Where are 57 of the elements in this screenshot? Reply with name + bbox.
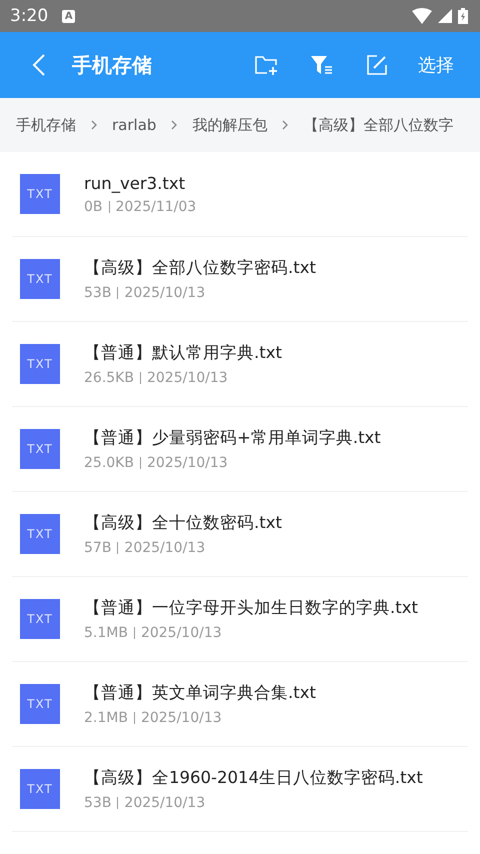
- file-type-icon: TXT: [20, 259, 60, 299]
- file-size: 53B: [84, 285, 112, 301]
- file-type-icon: TXT: [20, 769, 60, 809]
- breadcrumb-item[interactable]: 【高级】全部八位数字: [303, 116, 454, 134]
- breadcrumb-item[interactable]: rarlab: [112, 116, 156, 134]
- file-date: 2025/10/13: [124, 285, 206, 301]
- chevron-icon: [170, 119, 178, 131]
- file-name: run_ver3.txt: [84, 174, 186, 192]
- file-size: 2.1MB: [84, 710, 128, 726]
- breadcrumb-item[interactable]: 手机存储: [16, 116, 76, 134]
- status-time: 3:20: [10, 6, 48, 26]
- file-name: 【普通】一位字母开头加生日数字的字典.txt: [84, 597, 418, 619]
- file-row[interactable]: TXT 【普通】一位字母开头加生日数字的字典.txt 5.1MB 2025/10/13: [12, 577, 468, 662]
- file-date: 2025/10/13: [124, 795, 206, 811]
- file-date: 2025/10/13: [146, 370, 228, 386]
- file-name: 【高级】全十位数密码.txt: [84, 512, 282, 534]
- file-size: 26.5KB: [84, 370, 134, 386]
- chevron-icon: [90, 119, 98, 131]
- file-type-icon: TXT: [20, 344, 60, 384]
- file-row[interactable]: TXT 【高级】全十位数密码.txt 57B 2025/10/13: [12, 492, 468, 577]
- file-type-icon: TXT: [20, 684, 60, 724]
- file-row[interactable]: TXT 【普通】默认常用字典.txt 26.5KB 2025/10/13: [12, 322, 468, 407]
- file-date: 2025/11/03: [116, 198, 196, 214]
- breadcrumb-item[interactable]: 我的解压包: [192, 116, 268, 134]
- new-folder-icon[interactable]: [254, 54, 278, 76]
- file-date: 2025/10/13: [124, 540, 206, 556]
- file-size: 25.0KB: [84, 455, 134, 471]
- chevron-icon: [281, 119, 290, 131]
- file-size: 0B: [84, 198, 103, 214]
- file-date: 2025/10/13: [140, 625, 222, 641]
- file-type-icon: TXT: [20, 429, 60, 469]
- filter-icon[interactable]: [310, 54, 334, 76]
- file-type-icon: TXT: [20, 174, 60, 214]
- file-name: 【高级】全部八位数字密码.txt: [84, 257, 316, 279]
- file-row[interactable]: TXT 【普通】英文单词字典合集.txt 2.1MB 2025/10/13: [12, 662, 468, 747]
- file-name: 【高级】全1960-2014生日八位数字密码.txt: [84, 767, 423, 789]
- app-title: 手机存储: [72, 52, 152, 78]
- wifi-icon: [412, 8, 432, 24]
- file-type-icon: TXT: [20, 599, 60, 639]
- file-type-icon: TXT: [20, 514, 60, 554]
- file-name: 【普通】英文单词字典合集.txt: [84, 682, 316, 704]
- file-date: 2025/10/13: [146, 455, 228, 471]
- file-row[interactable]: TXT run_ver3.txt 0B 2025/11/03: [12, 152, 468, 237]
- back-icon[interactable]: [32, 53, 46, 77]
- file-size: 5.1MB: [84, 625, 128, 641]
- file-row[interactable]: TXT 【高级】全部八位数字密码.txt 53B 2025/10/13: [12, 237, 468, 322]
- file-name: 【普通】少量弱密码+常用单词字典.txt: [84, 427, 381, 449]
- file-row[interactable]: TXT 【高级】全1960-2014生日八位数字密码.txt 53B 2025/10/13: [12, 747, 468, 832]
- battery-icon: [458, 8, 468, 24]
- signal-icon: [438, 9, 452, 23]
- file-row[interactable]: TXT 【普通】少量弱密码+常用单词字典.txt 25.0KB 2025/10/13: [12, 407, 468, 492]
- edit-icon[interactable]: [366, 54, 388, 76]
- file-size: 53B: [84, 795, 112, 811]
- file-date: 2025/10/13: [140, 710, 222, 726]
- file-name: 【普通】默认常用字典.txt: [84, 342, 282, 364]
- file-size: 57B: [84, 540, 112, 556]
- notification-icon: A: [62, 10, 76, 22]
